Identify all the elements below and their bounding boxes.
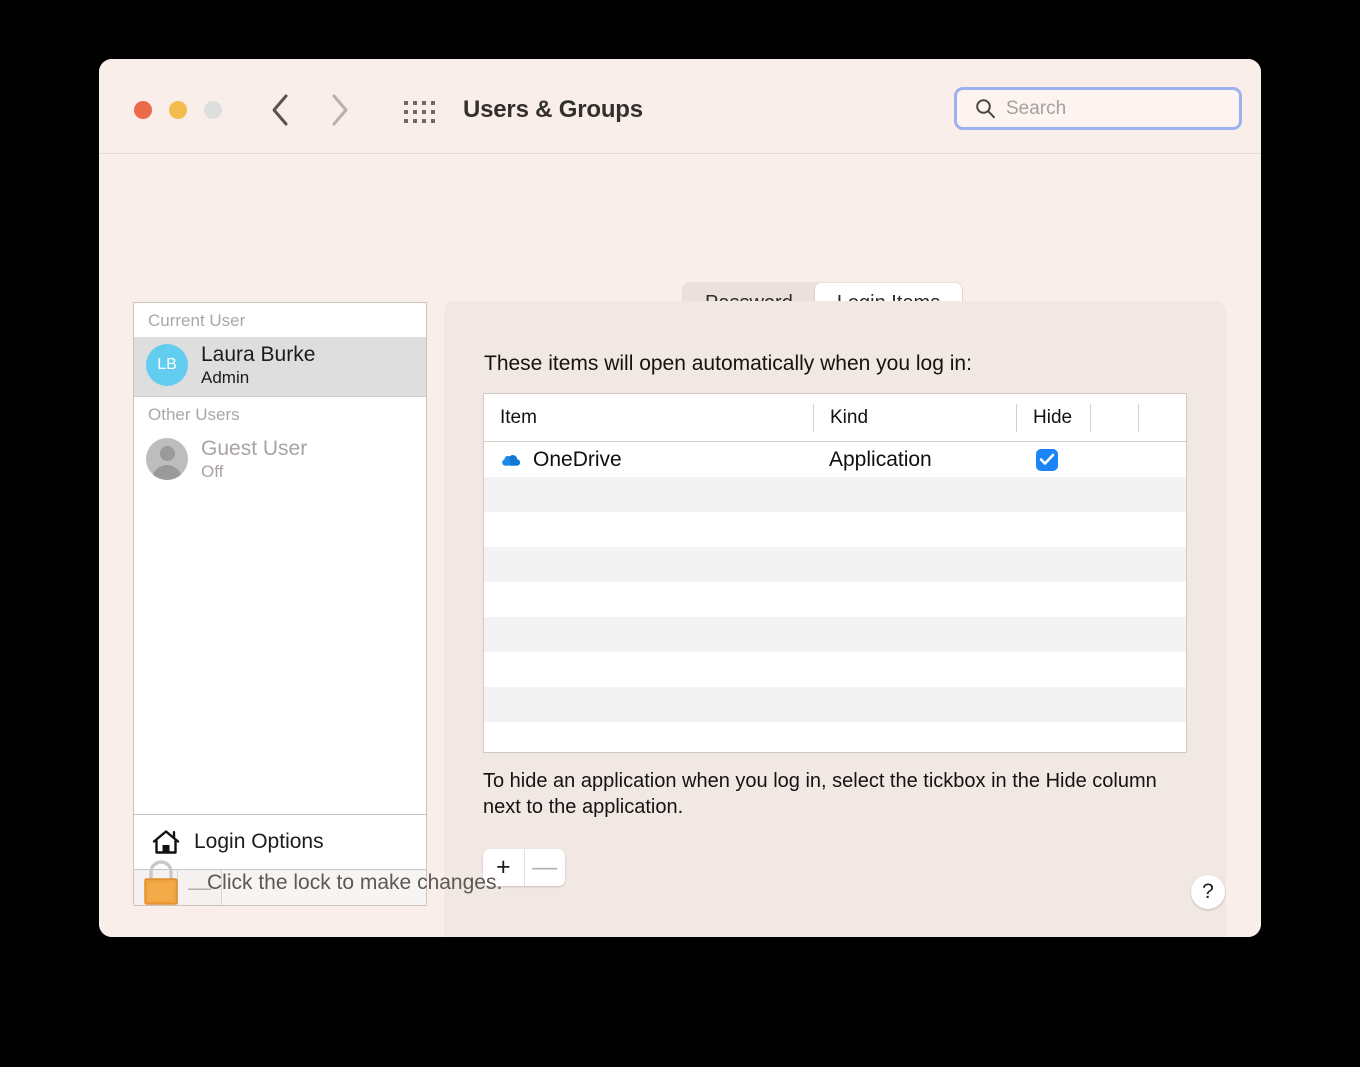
window-title: Users & Groups [463,96,643,123]
window-toolbar: Users & Groups [99,59,1261,154]
login-items-table[interactable]: Item Kind Hide OneDrive Application [483,393,1187,753]
hide-checkbox[interactable] [1036,448,1058,471]
sidebar-group-label-current-user: Current User [148,311,246,330]
search-field[interactable] [954,87,1242,130]
grid-dot [431,101,435,105]
column-header-item[interactable]: Item [484,404,813,432]
table-header-row: Item Kind Hide [484,394,1186,442]
search-icon [976,99,995,119]
sidebar-item-laura-burke[interactable]: LB Laura Burke Admin [134,337,426,396]
grid-dot [413,101,417,105]
user-info: Laura Burke Admin [201,343,315,388]
minimize-button[interactable] [169,101,187,119]
grid-dot [422,119,426,123]
checkmark-icon [1039,453,1055,465]
user-status: Off [201,461,224,481]
remove-login-item-button[interactable]: — [525,849,566,886]
help-button[interactable]: ? [1191,875,1225,909]
onedrive-cloud-icon [500,448,522,471]
table-row-empty [484,722,1186,752]
users-sidebar: Current User LB Laura Burke Admin Other … [133,302,427,906]
grid-dot [404,119,408,123]
grid-dot [413,110,417,114]
close-button[interactable] [134,101,152,119]
grid-dot [422,101,426,105]
item-kind: Application [829,447,932,471]
table-row-empty [484,617,1186,652]
window-body: Current User LB Laura Burke Admin Other … [99,154,1261,937]
grid-dot [404,101,408,105]
grid-dot [404,110,408,114]
search-input[interactable] [1006,97,1229,120]
login-items-panel: These items will open automatically when… [444,301,1226,937]
table-row-empty [484,652,1186,687]
column-header-kind[interactable]: Kind [813,403,1016,432]
avatar: LB [146,344,188,387]
home-icon [152,830,180,854]
traffic-lights [134,101,222,119]
login-options-label: Login Options [194,830,324,853]
table-row-empty [484,477,1186,512]
user-name: Guest User [201,436,308,460]
column-header-spacer-1 [1090,403,1138,432]
item-name: OneDrive [533,447,622,471]
grid-dot [431,119,435,123]
cell-item: OneDrive [484,448,813,472]
navigation-arrows [269,92,351,128]
back-button[interactable] [269,92,291,128]
lock-closed-icon[interactable] [139,858,183,908]
user-name: Laura Burke [201,343,316,366]
users-and-groups-window: Users & Groups Current User LB Laura Bur… [99,59,1261,937]
table-row-empty [484,547,1186,582]
panel-heading: These items will open automatically when… [484,352,972,375]
show-all-preferences-button[interactable] [404,101,435,123]
grid-dot [431,110,435,114]
cell-hide [1016,448,1090,471]
user-info: Guest User Off [201,437,307,482]
chevron-right-icon [332,94,348,126]
lock-row[interactable]: Click the lock to make changes. [139,858,502,908]
table-row-empty [484,582,1186,617]
sidebar-group-label-other-users: Other Users [148,404,240,424]
hide-column-hint: To hide an application when you log in, … [483,770,1157,818]
grid-dot [413,119,417,123]
column-header-spacer-2 [1138,403,1186,432]
zoom-button[interactable] [204,101,222,119]
grid-dot [422,110,426,114]
column-header-hide[interactable]: Hide [1016,403,1090,432]
forward-button[interactable] [329,92,351,128]
user-status: Admin [201,367,250,387]
avatar [146,438,188,481]
table-row-empty [484,687,1186,722]
cell-kind: Application [813,448,1016,472]
sidebar-item-guest-user[interactable]: Guest User Off [134,431,426,490]
table-row[interactable]: OneDrive Application [484,442,1186,477]
lock-hint-text: Click the lock to make changes. [207,871,503,894]
table-row-empty [484,512,1186,547]
chevron-left-icon [272,94,288,126]
